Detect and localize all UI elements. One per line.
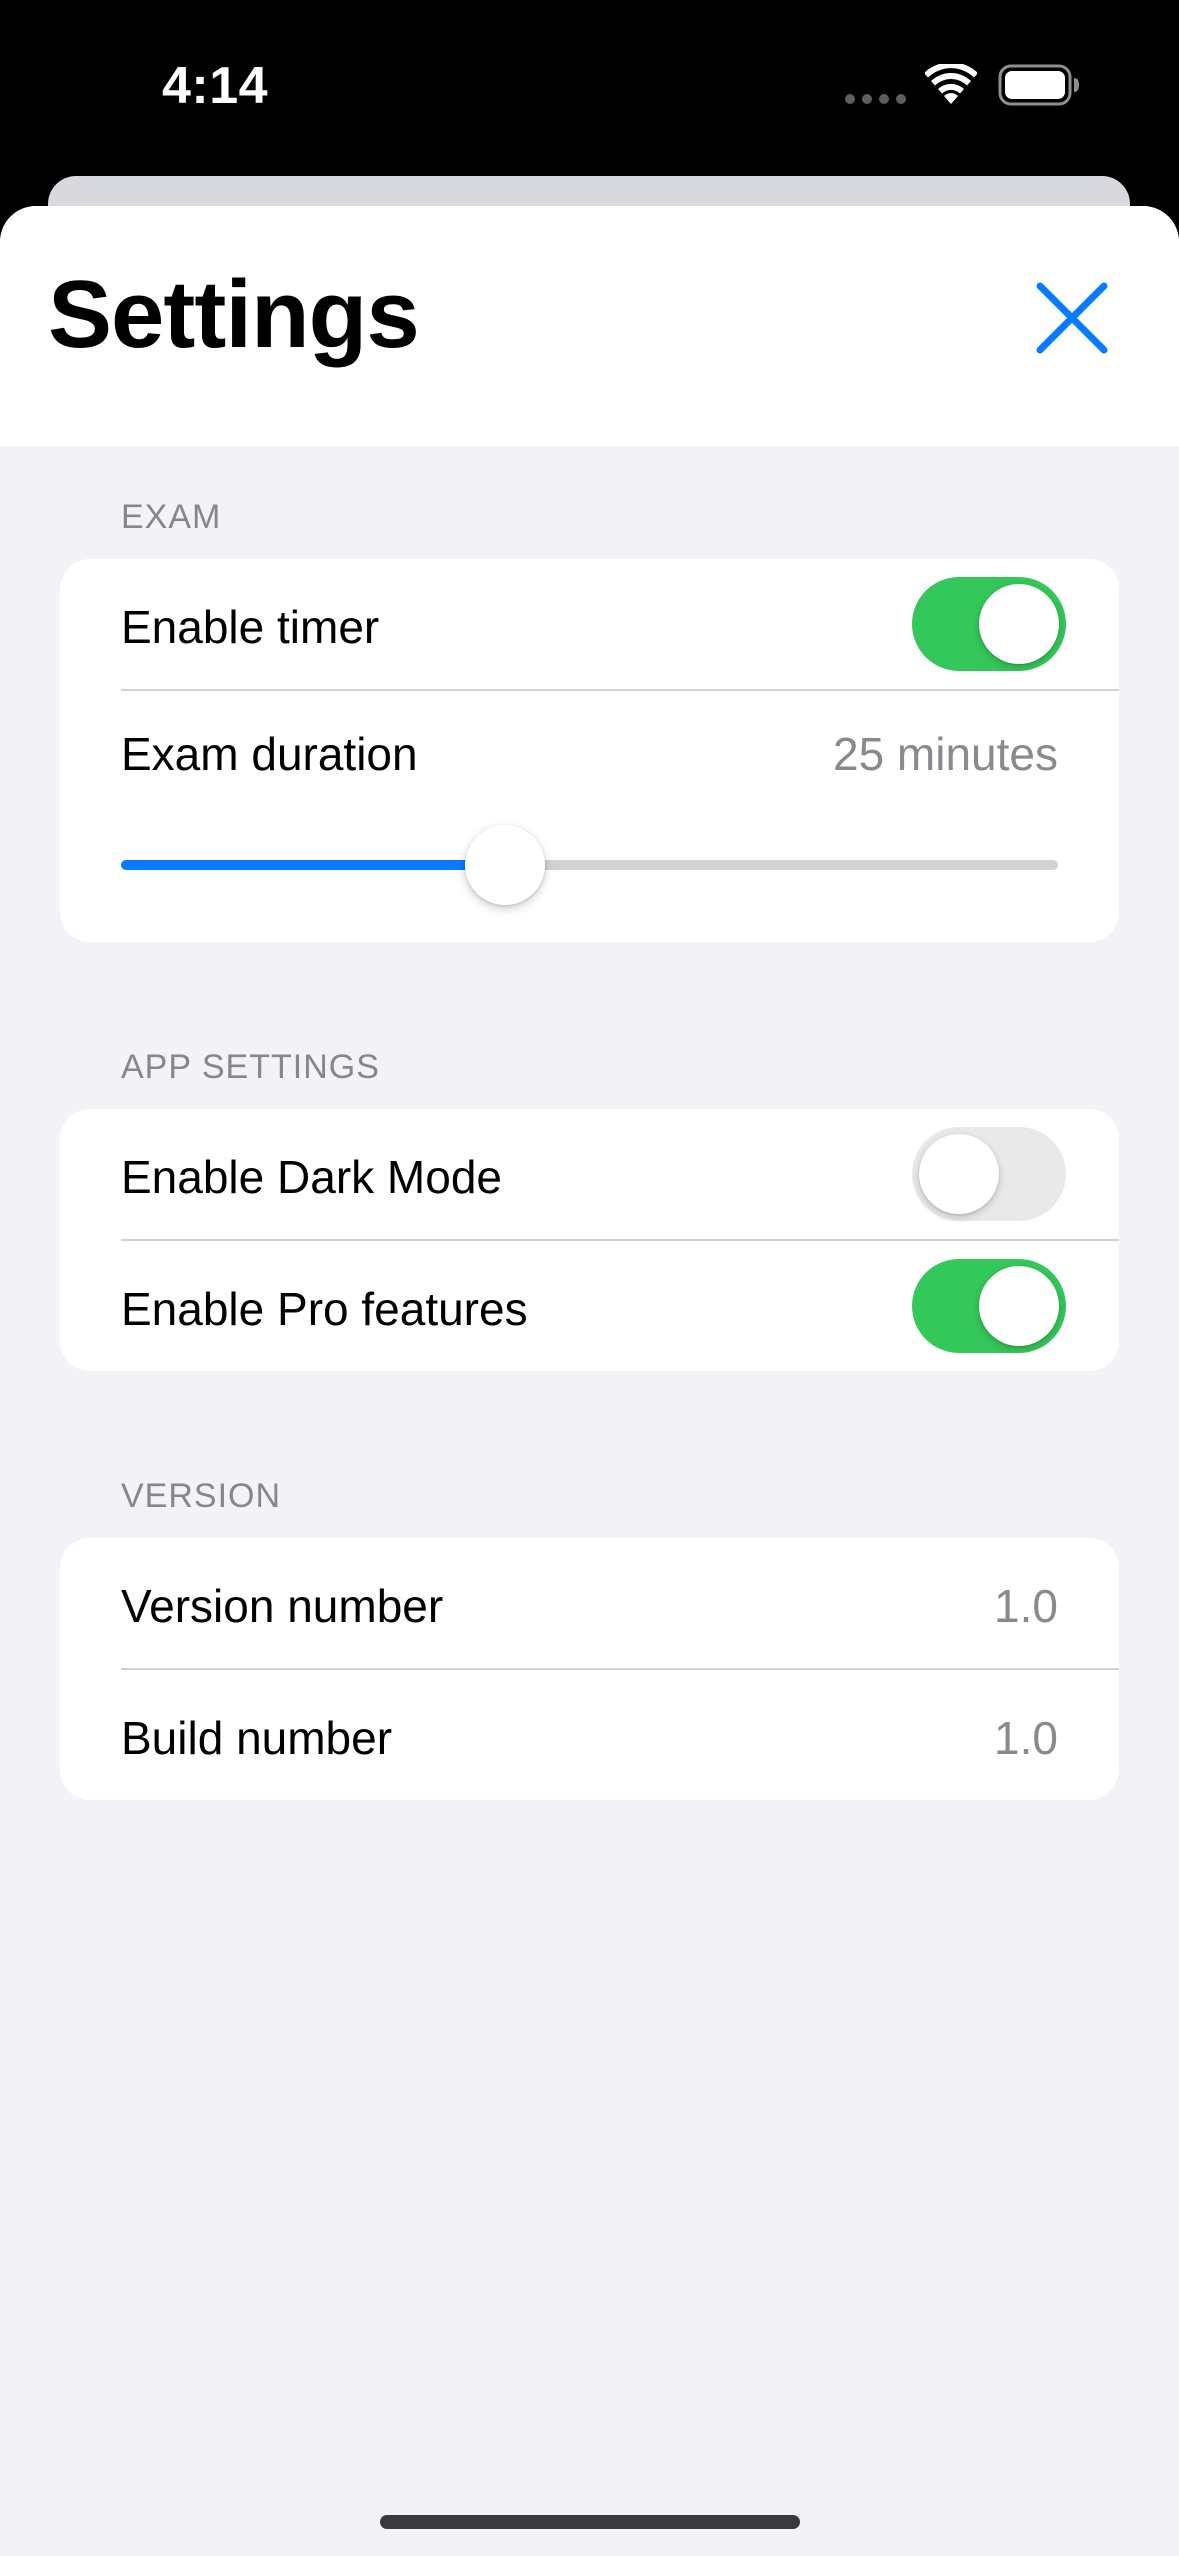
row-dark-mode: Enable Dark Mode (60, 1109, 1119, 1239)
build-number-value: 1.0 (994, 1712, 1058, 1764)
exam-group: Enable timer Exam duration 25 minutes (60, 559, 1119, 942)
app-settings-group: Enable Dark Mode Enable Pro features (60, 1109, 1119, 1371)
row-version-number: Version number 1.0 (60, 1538, 1119, 1668)
dark-mode-label: Enable Dark Mode (121, 1151, 502, 1203)
section-header-version: VERSION (121, 1477, 282, 1515)
status-time: 4:14 (162, 57, 269, 115)
toggle-knob (979, 1266, 1059, 1346)
version-number-value: 1.0 (994, 1580, 1058, 1632)
close-button[interactable] (1026, 272, 1118, 364)
toggle-knob (919, 1134, 999, 1214)
sheet-header: Settings (0, 206, 1179, 446)
exam-duration-slider[interactable] (121, 823, 1058, 905)
row-pro-features: Enable Pro features (60, 1241, 1119, 1371)
cellular-signal-icon (845, 94, 906, 104)
exam-duration-value: 25 minutes (832, 728, 1058, 780)
version-group: Version number 1.0 Build number 1.0 (60, 1538, 1119, 1800)
screen: 4:14 Settings EXAM Enable timer Exam dur… (0, 0, 1179, 2556)
pro-features-label: Enable Pro features (121, 1283, 528, 1335)
dark-mode-toggle[interactable] (912, 1127, 1066, 1221)
pro-features-toggle[interactable] (912, 1259, 1066, 1353)
close-icon (1036, 282, 1108, 354)
toggle-knob (979, 584, 1059, 664)
wifi-icon (925, 64, 977, 104)
row-enable-timer: Enable timer (60, 559, 1119, 689)
settings-sheet: Settings EXAM Enable timer Exam duration… (0, 206, 1179, 2556)
section-header-exam: EXAM (121, 498, 222, 536)
home-indicator[interactable] (380, 2515, 800, 2529)
version-number-label: Version number (121, 1580, 444, 1632)
row-build-number: Build number 1.0 (60, 1670, 1119, 1800)
row-exam-duration: Exam duration 25 minutes (60, 691, 1119, 942)
slider-fill (121, 860, 505, 870)
section-header-app-settings: APP SETTINGS (121, 1048, 380, 1086)
exam-duration-label: Exam duration (121, 728, 418, 780)
build-number-label: Build number (121, 1712, 393, 1764)
slider-thumb[interactable] (465, 825, 545, 905)
page-title: Settings (48, 261, 420, 368)
battery-icon (998, 64, 1079, 106)
enable-timer-toggle[interactable] (912, 577, 1066, 671)
enable-timer-label: Enable timer (121, 601, 380, 653)
